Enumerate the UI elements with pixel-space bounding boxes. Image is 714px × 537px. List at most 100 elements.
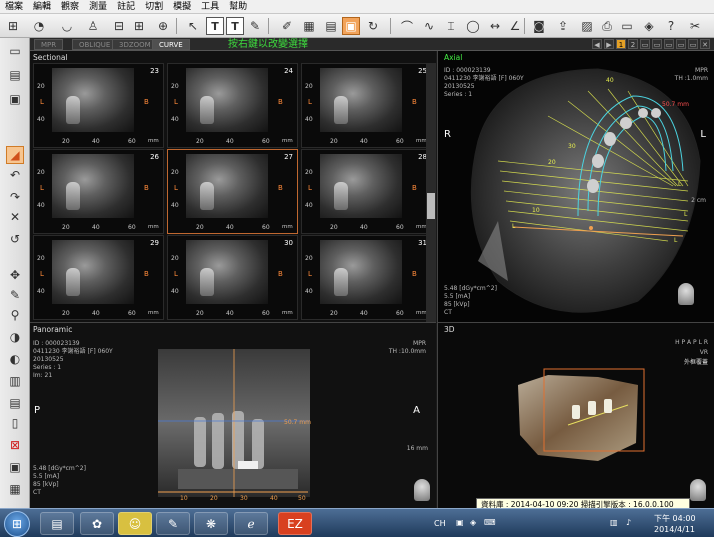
jaw-icon[interactable]: ◡ — [58, 17, 76, 35]
reset-icon[interactable]: ⊠ — [6, 436, 24, 454]
three-d-panel[interactable]: 3D H P A P L R VR 外框覆蓋 — [437, 322, 714, 508]
print-page-icon[interactable]: ▣ — [6, 458, 24, 476]
sectional-slice[interactable]: 27 L B 20 40 20 40 60 mm — [167, 149, 298, 234]
monitor-icon[interactable]: ▭ — [618, 17, 636, 35]
layout-c-icon[interactable]: ▭ — [664, 39, 674, 49]
text-box-icon[interactable]: T — [226, 17, 244, 35]
prev-icon[interactable]: ◀ — [592, 39, 602, 49]
axial-image[interactable] — [438, 51, 714, 322]
layout-1-button[interactable]: 1 — [616, 39, 626, 49]
tab-3dzoom[interactable]: 3DZOOM — [112, 39, 158, 50]
redo-icon[interactable]: ↷ — [6, 188, 24, 206]
tray-network-icon[interactable]: ▥ — [610, 518, 618, 527]
explorer-icon[interactable]: ▤ — [40, 512, 74, 535]
layout-e-icon[interactable]: ▭ — [688, 39, 698, 49]
settings-icon[interactable]: ✂ — [686, 17, 704, 35]
scrollbar-thumb[interactable] — [427, 193, 435, 219]
curve-mode-icon[interactable]: ▣ — [342, 17, 360, 35]
sectional-slice[interactable]: 26 L B 20 40 20 40 60 mm — [33, 149, 164, 234]
tray-volume-icon[interactable]: ♪ — [626, 518, 631, 527]
pointer-icon[interactable]: ↖ — [184, 17, 202, 35]
sectional-slice[interactable]: 30 L B 20 40 20 40 60 mm — [167, 235, 298, 320]
folder-icon[interactable]: ▤ — [6, 66, 24, 84]
layout-b-icon[interactable]: ▭ — [652, 39, 662, 49]
arch-curve-icon[interactable]: ⌒ — [398, 17, 416, 35]
text-tool-icon[interactable]: T — [206, 17, 224, 35]
layout-a-icon[interactable]: ▭ — [640, 39, 650, 49]
start-button[interactable]: ⊞ — [4, 511, 30, 537]
sectional-slice[interactable]: 31 L B 20 40 20 40 60 mm — [301, 235, 432, 320]
tray-shield-icon[interactable]: ◈ — [470, 518, 476, 527]
tab-oblique[interactable]: OBLIQUE — [72, 39, 118, 50]
close-view-icon[interactable]: ✕ — [700, 39, 710, 49]
skull-icon[interactable]: ◔ — [30, 17, 48, 35]
layout-2-button[interactable]: 2 — [628, 39, 638, 49]
menu-tools[interactable]: 工具 — [196, 0, 224, 14]
three-d-render[interactable] — [508, 365, 648, 469]
open-icon[interactable]: ⊞ — [4, 17, 22, 35]
stack-icon[interactable]: ▤ — [6, 394, 24, 412]
note-icon[interactable]: ✐ — [278, 17, 296, 35]
measure-icon[interactable]: ↔ — [486, 17, 504, 35]
tray-keyboard-icon[interactable]: ⌨ — [484, 518, 496, 527]
menu-simulate[interactable]: 模擬 — [168, 0, 196, 14]
gradient-icon[interactable]: ▥ — [6, 372, 24, 390]
zoom-icon[interactable]: ⚲ — [6, 306, 24, 324]
grid-icon[interactable]: ▦ — [300, 17, 318, 35]
print-icon[interactable]: ⎙ — [598, 17, 616, 35]
help-icon[interactable]: ? — [662, 17, 680, 35]
grid-view-icon[interactable]: ▦ — [6, 480, 24, 498]
pano-head-icon[interactable] — [414, 479, 430, 501]
ie-icon[interactable]: ℯ — [234, 512, 268, 535]
menu-cut[interactable]: 切割 — [140, 0, 168, 14]
pen-icon[interactable]: ✎ — [246, 17, 264, 35]
menu-measure[interactable]: 測量 — [84, 0, 112, 14]
menu-edit[interactable]: 編輯 — [28, 0, 56, 14]
three-d-head-icon[interactable] — [690, 479, 706, 501]
axial-panel[interactable]: Axial ID: 000023139 0411230 李謝裕語 [F] 06… — [437, 51, 714, 322]
tab-mpr[interactable]: MPR — [34, 39, 64, 50]
export-icon[interactable]: ⇪ — [554, 17, 572, 35]
layers-icon[interactable]: ◈ — [640, 17, 658, 35]
layout-grid-icon[interactable]: ⊞ — [130, 17, 148, 35]
menu-help[interactable]: 幫助 — [224, 0, 252, 14]
implant-icon[interactable]: ⌶ — [442, 17, 460, 35]
page-icon[interactable]: ▯ — [6, 414, 24, 432]
rotate-icon[interactable]: ↺ — [6, 230, 24, 248]
tooth-icon[interactable]: ♙ — [84, 17, 102, 35]
undo-icon[interactable]: ↶ — [6, 166, 24, 184]
sinus-icon[interactable]: ◯ — [464, 17, 482, 35]
globe-icon[interactable]: ⊕ — [154, 17, 172, 35]
app-swirl-icon[interactable]: ✿ — [80, 512, 114, 535]
layout-icon[interactable]: ⊟ — [110, 17, 128, 35]
clock-date[interactable]: 2014/4/11 — [654, 525, 695, 534]
layout-d-icon[interactable]: ▭ — [676, 39, 686, 49]
clock-time[interactable]: 下午 04:00 — [654, 513, 696, 524]
next-icon[interactable]: ▶ — [604, 39, 614, 49]
app-art-icon[interactable]: ❋ — [194, 512, 228, 535]
save-icon[interactable]: ▣ — [6, 90, 24, 108]
window-level-icon[interactable]: ◑ — [6, 328, 24, 346]
delete-icon[interactable]: ✕ — [6, 208, 24, 226]
tab-curve[interactable]: CURVE — [152, 39, 190, 50]
sectional-slice[interactable]: 29 L B 20 40 20 40 60 mm — [33, 235, 164, 320]
app-face-icon[interactable]: ☺ — [118, 512, 152, 535]
sectional-slice[interactable]: 28 L B 20 40 20 40 60 mm — [301, 149, 432, 234]
invert-icon[interactable]: ◐ — [6, 350, 24, 368]
sectional-slice[interactable]: 24 L B 20 40 20 40 60 mm — [167, 63, 298, 148]
open-file-icon[interactable]: ▭ — [6, 42, 24, 60]
angle-icon[interactable]: ∠ — [506, 17, 524, 35]
menu-view[interactable]: 觀察 — [56, 0, 84, 14]
head-orientation-icon[interactable] — [678, 283, 694, 305]
menu-annotate[interactable]: 註記 — [112, 0, 140, 14]
sectional-slice[interactable]: 25 L B 20 40 20 40 60 mm — [301, 63, 432, 148]
image-icon[interactable]: ▨ — [578, 17, 596, 35]
menu-file[interactable]: 檔案 — [0, 0, 28, 14]
panoramic-panel[interactable]: Panoramic ID : 000023139 0411230 李謝裕語 [F… — [30, 322, 436, 508]
list-icon[interactable]: ▤ — [322, 17, 340, 35]
sectional-scrollbar[interactable] — [426, 63, 436, 322]
camera-icon[interactable]: ◙ — [530, 17, 548, 35]
ez-app-icon[interactable]: EZ — [278, 512, 312, 535]
sectional-slice[interactable]: 23 L B 20 40 20 40 60 mm — [33, 63, 164, 148]
select-tool-icon[interactable]: ◢ — [6, 146, 24, 164]
